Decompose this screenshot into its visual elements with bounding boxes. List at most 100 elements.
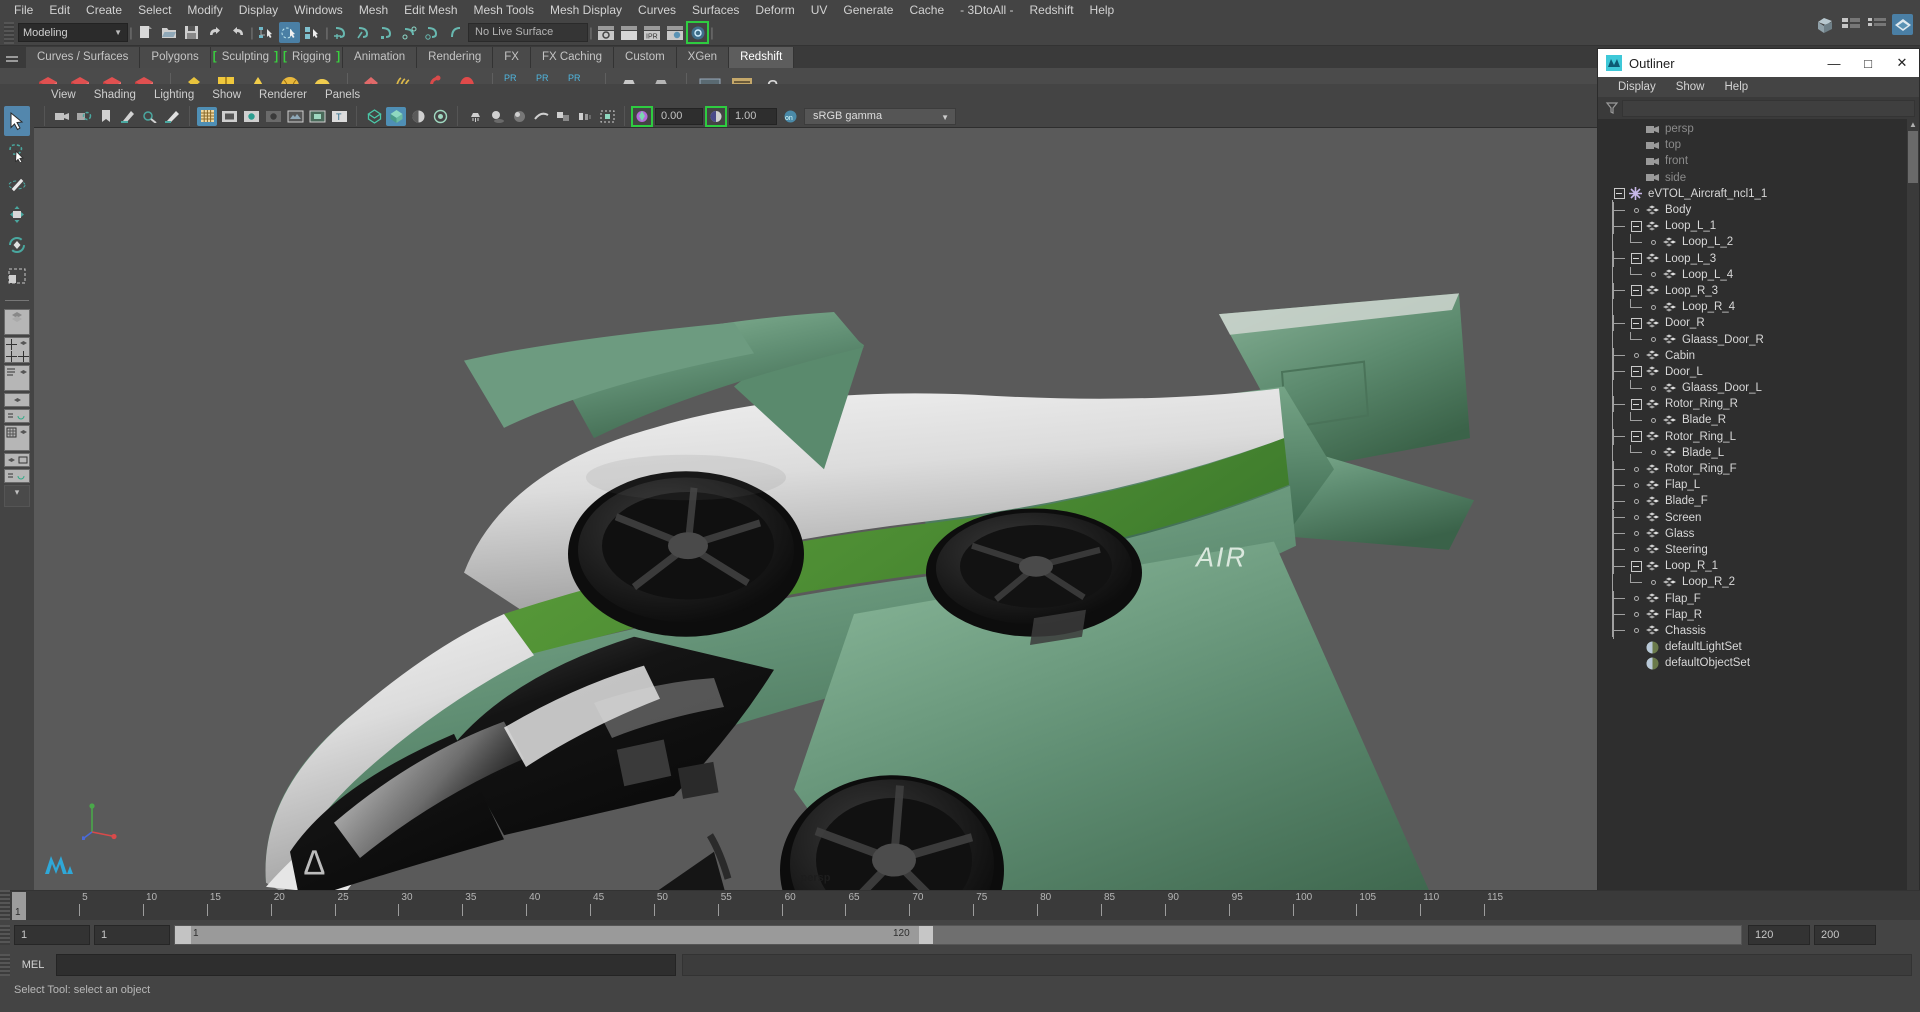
gamma-value[interactable]: 1.00 <box>729 107 777 125</box>
scrollbar-thumb[interactable] <box>1908 131 1918 183</box>
modeling-toolkit-icon[interactable] <box>1814 14 1835 35</box>
exposure-value[interactable]: 0.00 <box>655 107 703 125</box>
persp-outliner-layout[interactable] <box>4 365 30 391</box>
gamma-icon[interactable] <box>705 105 727 127</box>
redshift-toolbar-icon[interactable] <box>1892 14 1913 35</box>
outliner-item-cabin[interactable]: Cabin <box>1602 347 1919 364</box>
outliner-item-loop-l-2[interactable]: Loop_L_2 <box>1602 234 1919 250</box>
isolate-select-icon[interactable] <box>597 107 617 126</box>
outliner-item-rotor-ring-r[interactable]: Rotor_Ring_R <box>1602 396 1919 413</box>
new-scene-icon[interactable] <box>135 22 156 43</box>
range-start-handle-2[interactable] <box>175 926 191 944</box>
motion-blur-icon[interactable] <box>531 107 551 126</box>
viewport-canvas[interactable]: ∆ AIR persp <box>34 128 1597 890</box>
outliner-persp-layout[interactable] <box>4 453 30 467</box>
collapse-toggle[interactable] <box>1630 317 1642 329</box>
collapse-toggle[interactable] <box>1630 253 1642 265</box>
viewport-menu-panels[interactable]: Panels <box>316 89 369 101</box>
menu-item-file[interactable]: File <box>6 0 41 20</box>
outliner-item-defaultobjectset[interactable]: defaultObjectSet <box>1602 655 1919 671</box>
viewport-menu-view[interactable]: View <box>42 89 85 101</box>
menu-item-edit-mesh[interactable]: Edit Mesh <box>396 0 465 20</box>
shelf-tab-rendering[interactable]: Rendering <box>417 47 494 68</box>
viewport-menu-renderer[interactable]: Renderer <box>250 89 316 101</box>
hypershade-layout[interactable] <box>4 409 30 423</box>
save-scene-icon[interactable] <box>181 22 202 43</box>
menu-item-modify[interactable]: Modify <box>179 0 230 20</box>
outliner-search-input[interactable] <box>1622 99 1915 117</box>
status-line-gripper[interactable] <box>4 21 14 44</box>
outliner-item-flap-l[interactable]: Flap_L <box>1602 477 1919 494</box>
camera-attributes-icon[interactable] <box>74 107 94 126</box>
select-by-object-icon[interactable] <box>279 22 300 43</box>
grid-toggle-icon[interactable] <box>197 106 217 126</box>
shelf-tab-fx-caching[interactable]: FX Caching <box>530 47 615 68</box>
outliner-item-loop-r-2[interactable]: Loop_R_2 <box>1602 574 1919 590</box>
shelf-tab-sculpting[interactable]: Sculpting <box>210 47 282 68</box>
single-perspective-layout[interactable] <box>4 309 30 335</box>
ipr-render-icon[interactable] <box>618 22 639 43</box>
hardware-texturing-icon[interactable] <box>430 107 450 126</box>
collapse-toggle[interactable] <box>1630 560 1642 572</box>
menu-item-redshift[interactable]: Redshift <box>1022 0 1082 20</box>
select-by-hierarchy-icon[interactable] <box>256 22 277 43</box>
grease-pencil-icon[interactable] <box>162 107 182 126</box>
viewport-menu-shading[interactable]: Shading <box>85 89 145 101</box>
collapse-toggle[interactable] <box>1630 431 1642 443</box>
outliner-item-chassis[interactable]: Chassis <box>1602 622 1919 639</box>
command-input-field[interactable] <box>56 954 676 976</box>
xray-joints-icon[interactable] <box>307 107 327 126</box>
redo-icon[interactable] <box>227 22 248 43</box>
collapse-toggle[interactable] <box>1630 285 1642 297</box>
resolution-gate-icon[interactable] <box>241 107 261 126</box>
command-language-label[interactable]: MEL <box>10 959 56 971</box>
range-slider-gripper[interactable] <box>0 925 10 945</box>
viewport-menu-lighting[interactable]: Lighting <box>145 89 203 101</box>
menu-set-selector[interactable]: Modeling ▼ <box>18 23 128 42</box>
render-current-frame-icon[interactable] <box>595 22 616 43</box>
collapse-toggle[interactable] <box>1630 220 1642 232</box>
menu-item-generate[interactable]: Generate <box>835 0 901 20</box>
menu-item-mesh[interactable]: Mesh <box>351 0 396 20</box>
multisample-icon[interactable] <box>553 107 573 126</box>
film-gate-icon[interactable] <box>219 107 239 126</box>
color-management-selector[interactable]: sRGB gamma ▼ <box>804 107 956 125</box>
scale-tool[interactable] <box>4 261 30 291</box>
outliner-item-loop-r-4[interactable]: Loop_R_4 <box>1602 299 1919 315</box>
outliner-item-persp[interactable]: persp <box>1602 121 1919 137</box>
lasso-select-tool[interactable] <box>4 137 30 167</box>
channel-box-icon[interactable] <box>1866 14 1887 35</box>
range-end-field[interactable]: 120 <box>1748 925 1810 945</box>
shelf-menu-icon[interactable] <box>6 50 22 68</box>
make-live-icon[interactable] <box>446 22 467 43</box>
menu-item-mesh-tools[interactable]: Mesh Tools <box>466 0 542 20</box>
shelf-tab-redshift[interactable]: Redshift <box>729 47 795 68</box>
rotate-tool[interactable] <box>4 230 30 260</box>
undo-icon[interactable] <box>204 22 225 43</box>
screen-space-ao-icon[interactable] <box>509 107 529 126</box>
outliner-item-loop-l-1[interactable]: Loop_L_1 <box>1602 218 1919 235</box>
exposure-icon[interactable] <box>631 105 653 127</box>
outliner-item-door-r[interactable]: Door_R <box>1602 315 1919 332</box>
snap-to-view-plane-icon[interactable] <box>423 22 444 43</box>
image-plane-icon[interactable] <box>118 107 138 126</box>
smooth-shade-textured-icon[interactable] <box>408 107 428 126</box>
collapse-toggle[interactable] <box>1630 398 1642 410</box>
scroll-up-arrow[interactable]: ▲ <box>1908 119 1918 129</box>
outliner-item-glaass-door-r[interactable]: Glaass_Door_R <box>1602 331 1919 347</box>
menu-item-uv[interactable]: UV <box>803 0 836 20</box>
color-management-toggle-icon[interactable]: on <box>780 107 800 126</box>
outliner-item-defaultlightset[interactable]: defaultLightSet <box>1602 639 1919 655</box>
outliner-vertical-scrollbar[interactable]: ▲ ▼ <box>1907 119 1919 975</box>
outliner-item-loop-l-3[interactable]: Loop_L_3 <box>1602 250 1919 267</box>
outliner-tree[interactable]: persp top front side eVTOL_Aircraft_ncl1_1 Bo… <box>1598 119 1919 975</box>
menu-item-mesh-display[interactable]: Mesh Display <box>542 0 630 20</box>
menu-item-windows[interactable]: Windows <box>286 0 351 20</box>
outliner-item-loop-r-1[interactable]: Loop_R_1 <box>1602 558 1919 575</box>
menu-item-surfaces[interactable]: Surfaces <box>684 0 747 20</box>
render-view-layout[interactable] <box>4 469 30 483</box>
menu-item-cache[interactable]: Cache <box>901 0 952 20</box>
depth-of-field-icon[interactable] <box>575 107 595 126</box>
outliner-item-screen[interactable]: Screen <box>1602 509 1919 526</box>
menu-item-create[interactable]: Create <box>78 0 130 20</box>
